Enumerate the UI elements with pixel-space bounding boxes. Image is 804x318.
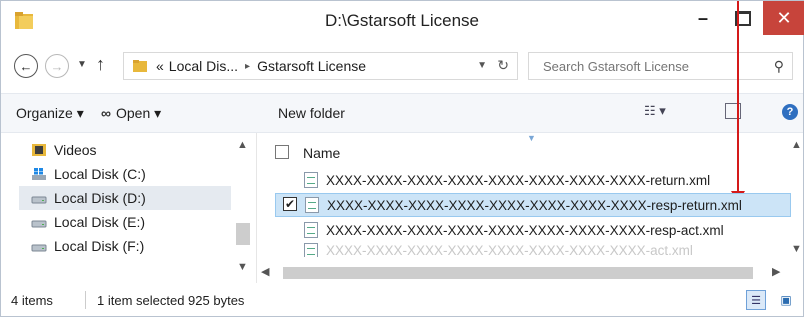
selection-info: 1 item selected 925 bytes [97,293,245,308]
details-view-icon[interactable]: ☰ [746,290,766,310]
nav-item-local-disk-f[interactable]: Local Disk (F:) [31,235,144,257]
scroll-right-icon[interactable]: ▶ [772,265,780,278]
nav-item-local-disk-c[interactable]: Local Disk (C:) [31,163,146,185]
minimize-button[interactable]: – [684,1,722,35]
help-icon[interactable]: ? [782,104,798,120]
column-header-name[interactable]: Name [303,145,340,161]
address-dropdown-icon[interactable]: ▼ [477,60,487,71]
recent-locations-dropdown[interactable]: ▼ [77,59,87,70]
forward-button[interactable]: → [45,54,69,78]
change-view-button[interactable]: ☷ ▾ [644,103,666,119]
scrollbar-thumb[interactable] [236,223,250,245]
open-label: Open ▾ [115,105,162,121]
horizontal-scrollbar[interactable]: ◀ ▶ [257,263,787,283]
scroll-up-icon[interactable]: ▲ [791,139,802,151]
file-name: XXXX-XXXX-XXXX-XXXX-XXXX-XXXX-XXXX-XXXX-… [326,222,724,238]
drive-icon [31,196,47,204]
back-button[interactable]: ← [14,54,38,78]
address-row: ← → ▼ ↑ « Local Dis... ▸ Gstarsoft Licen… [1,45,803,89]
nav-item-videos[interactable]: Videos [31,139,97,161]
file-row[interactable]: XXXX-XXXX-XXXX-XXXX-XXXX-XXXX-XXXX-XXXX-… [277,219,787,241]
nav-item-label: Local Disk (C:) [54,166,146,182]
organize-menu[interactable]: Organize ▾ [16,105,84,122]
search-icon[interactable]: ⚲ [774,58,784,75]
videos-folder-icon [32,144,46,156]
open-menu[interactable]: ∞ Open ▾ [101,105,161,122]
open-icon: ∞ [101,105,111,121]
file-row[interactable]: XXXX-XXXX-XXXX-XXXX-XXXX-XXXX-XXXX-XXXX-… [277,169,787,191]
command-bar: Organize ▾ ∞ Open ▾ New folder ☷ ▾ ? [1,93,803,133]
breadcrumb-gstarsoft-license[interactable]: Gstarsoft License [257,58,366,74]
folder-icon [133,60,147,72]
file-name: XXXX-XXXX-XXXX-XXXX-XXXX-XXXX-XXXX-XXXX-… [326,243,693,257]
path-prefix[interactable]: « [156,58,164,74]
large-icons-view-icon[interactable]: ▣ [776,290,796,310]
drive-icon [31,220,47,228]
scroll-left-icon[interactable]: ◀ [261,265,269,278]
nav-item-local-disk-e[interactable]: Local Disk (E:) [31,211,145,233]
xml-file-icon [305,197,319,213]
sort-indicator-icon: ▼ [527,133,536,143]
breadcrumb-local-disk[interactable]: Local Dis... [169,58,238,74]
scroll-up-icon[interactable]: ▲ [237,139,248,151]
xml-file-icon [304,243,318,257]
status-bar: 4 items 1 item selected 925 bytes ☰ ▣ [1,285,803,318]
file-row[interactable]: XXXX-XXXX-XXXX-XXXX-XXXX-XXXX-XXXX-XXXX-… [277,243,787,257]
up-button[interactable]: ↑ [96,54,105,75]
file-row-selected[interactable]: ✔ XXXX-XXXX-XXXX-XXXX-XXXX-XXXX-XXXX-XXX… [275,193,791,217]
refresh-icon[interactable]: ↻ [497,57,509,74]
search-box[interactable]: ⚲ [528,52,793,80]
file-list-scrollbar[interactable]: ▲ ▼ [787,133,804,263]
status-separator [85,291,86,309]
explorer-window: D:\Gstarsoft License – ✕ ← → ▼ ↑ « Local… [0,0,804,317]
drive-icon [31,244,47,252]
breadcrumb-separator: ▸ [245,60,251,72]
search-input[interactable] [541,57,755,75]
navigation-pane[interactable]: Videos Local Disk (C:) Local Disk (D:) L… [1,133,257,283]
window-title: D:\Gstarsoft License [324,11,479,30]
nav-item-label: Local Disk (F:) [54,238,145,254]
new-folder-button[interactable]: New folder [278,105,345,121]
file-list[interactable]: ▼ Name XXXX-XXXX-XXXX-XXXX-XXXX-XXXX-XXX… [257,133,791,283]
scroll-down-icon[interactable]: ▼ [237,261,248,273]
close-button[interactable]: ✕ [763,1,804,35]
nav-scrollbar[interactable]: ▲ ▼ [233,133,253,283]
xml-file-icon [304,172,318,188]
maximize-button[interactable] [724,1,762,35]
xml-file-icon [304,222,318,238]
scroll-down-icon[interactable]: ▼ [791,243,802,255]
title-bar[interactable]: D:\Gstarsoft License – ✕ [1,1,804,43]
file-name: XXXX-XXXX-XXXX-XXXX-XXXX-XXXX-XXXX-XXXX-… [327,197,742,213]
nav-item-label: Videos [54,142,97,158]
nav-item-local-disk-d[interactable]: Local Disk (D:) [31,187,146,209]
scrollbar-thumb[interactable] [283,267,753,279]
nav-item-label: Local Disk (D:) [54,190,146,206]
item-count: 4 items [11,293,53,308]
windows-drive-icon [32,168,46,180]
row-checkbox-checked[interactable]: ✔ [283,197,297,211]
select-all-checkbox[interactable] [275,145,289,159]
file-name: XXXX-XXXX-XXXX-XXXX-XXXX-XXXX-XXXX-XXXX-… [326,172,711,188]
address-bar[interactable]: « Local Dis... ▸ Gstarsoft License ▼ ↻ [123,52,518,80]
nav-item-label: Local Disk (E:) [54,214,146,230]
